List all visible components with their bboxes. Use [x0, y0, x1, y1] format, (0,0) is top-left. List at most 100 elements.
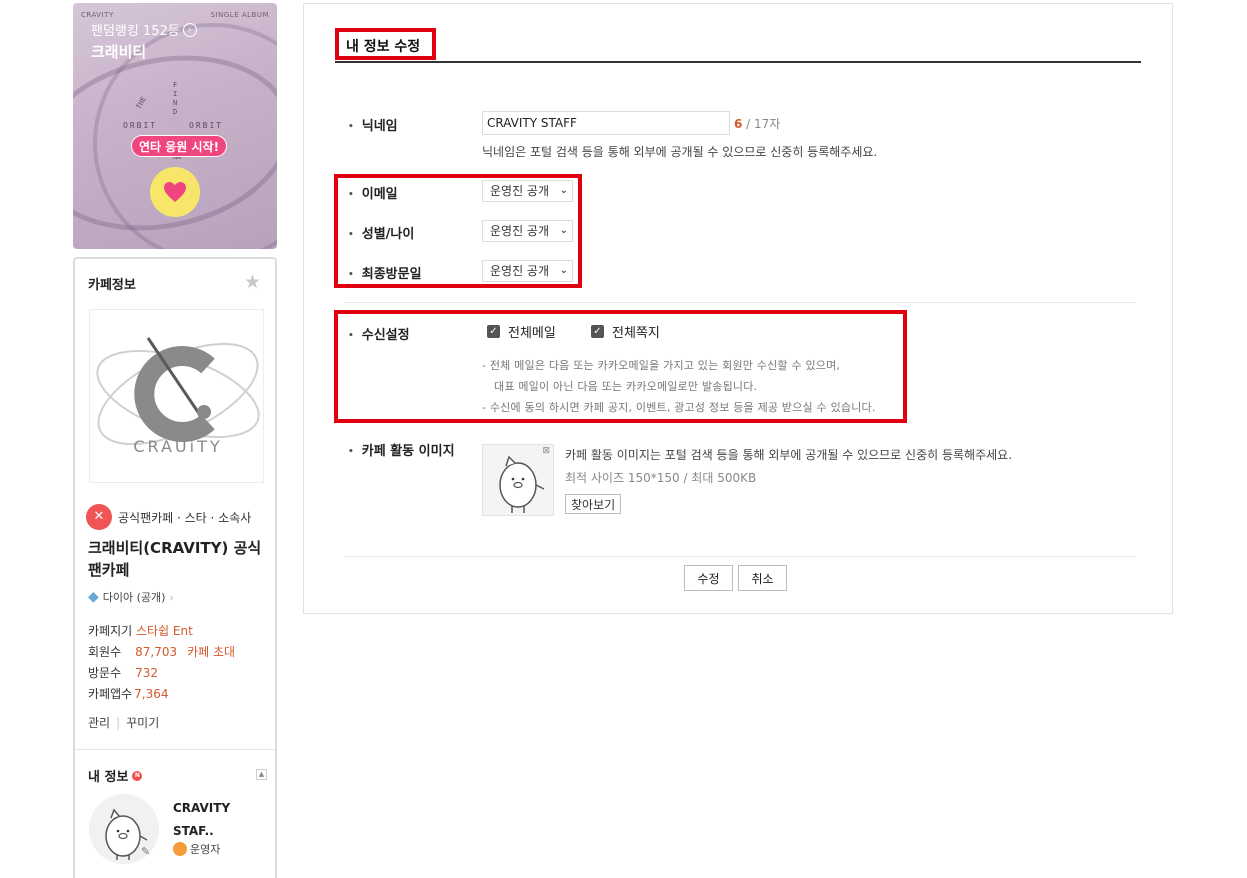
gender-age-visibility-value: 운영진 공개 — [490, 224, 550, 238]
cafe-keeper-link[interactable]: 스타쉽 Ent — [136, 624, 193, 638]
last-visit-visibility-value: 운영진 공개 — [490, 264, 550, 278]
receive-note-1: - 전체 메일은 다음 또는 카카오메일을 가지고 있는 회원만 수신할 수 있… — [482, 359, 841, 372]
activity-image-size-note: 최적 사이즈 150*150 / 최대 500KB — [565, 471, 757, 485]
cafe-logo: CRAUiTY — [89, 309, 264, 483]
heart-cheer-button[interactable] — [150, 167, 200, 217]
last-visit-label: • 최종방문일 — [348, 263, 422, 282]
nickname-input[interactable] — [482, 111, 730, 135]
banner-art-orbit-right: ORBIT — [189, 121, 224, 130]
gender-age-visibility-select[interactable]: 운영진 공개 ⌄ — [482, 220, 573, 242]
heart-icon — [164, 182, 186, 202]
nickname-label-text: 닉네임 — [361, 119, 398, 134]
stat-keeper-label: 카페지기 — [88, 624, 133, 638]
manage-link[interactable]: 관리 — [88, 716, 110, 730]
chevron-right-icon: › — [169, 590, 174, 604]
banner-label-right: SINGLE ALBUM — [210, 11, 269, 19]
collapse-button[interactable]: ▲ — [256, 769, 267, 780]
stat-visits-value: 732 — [135, 666, 159, 680]
fandom-rank-link[interactable]: 팬덤랭킹 152등 › — [91, 20, 197, 39]
cafe-manage-links: 관리 | 꾸미기 — [88, 714, 159, 731]
bullet-icon: • — [348, 447, 354, 457]
official-badge-row: ✕ 공식팬카페 · 스타 · 소속사 — [86, 504, 251, 530]
receive-settings-label-text: 수신설정 — [361, 328, 410, 343]
all-mail-checkbox[interactable]: ✓ 전체메일 — [487, 322, 556, 341]
browse-button[interactable]: 찾아보기 — [565, 494, 622, 514]
stat-app-value: 7,364 — [134, 687, 169, 701]
decorate-link[interactable]: 꾸미기 — [126, 716, 159, 730]
all-note-label: 전체쪽지 — [612, 326, 660, 341]
cafe-invite-link[interactable]: 카페 초대 — [187, 645, 235, 659]
bullet-icon: • — [348, 230, 354, 240]
banner-label-left: CRAVITY — [81, 11, 114, 19]
cancel-button[interactable]: 취소 — [738, 565, 787, 591]
banner-artist-name: 크래비티 — [91, 43, 147, 61]
section-divider — [344, 302, 1136, 303]
receive-note-2: 대표 메일이 아닌 다음 또는 카카오메일로만 발송됩니다. — [494, 380, 758, 393]
gender-age-label-text: 성별/나이 — [361, 227, 415, 242]
link-divider: | — [116, 716, 121, 730]
cravity-logo-icon: CRAUiTY — [96, 337, 260, 456]
nickname-help-text: 닉네임은 포털 검색 등을 통해 외부에 공개될 수 있으므로 신중히 등록해주… — [482, 145, 878, 159]
member-role-text: 운영자 — [190, 843, 221, 856]
bullet-icon: • — [348, 331, 354, 341]
stat-app: 카페앱수 7,364 — [88, 684, 235, 705]
email-label: • 이메일 — [348, 183, 398, 202]
all-mail-label: 전체메일 — [508, 326, 556, 341]
official-cafe-icon: ✕ — [86, 504, 112, 530]
my-nickname: CRAVITY STAF.. — [173, 801, 231, 838]
cafe-info-heading: 카페정보 — [88, 278, 136, 293]
new-badge: N — [132, 770, 143, 781]
stat-visits-label: 방문수 — [88, 666, 122, 680]
bullet-icon: • — [348, 190, 354, 200]
arrow-right-icon: › — [182, 22, 197, 37]
highlight-box-title — [335, 28, 436, 60]
email-visibility-value: 운영진 공개 — [490, 184, 550, 198]
activity-image-label-text: 카페 활동 이미지 — [361, 444, 455, 459]
my-info-heading: 내 정보 N — [88, 766, 143, 785]
activity-image-desc: 카페 활동 이미지는 포털 검색 등을 통해 외부에 공개될 수 있으므로 신중… — [565, 448, 1013, 462]
stat-members-value: 87,703 — [135, 645, 178, 659]
stat-app-label: 카페앱수 — [88, 687, 133, 701]
nickname-count-max: / 17자 — [742, 117, 781, 131]
member-role: 운영자 — [173, 841, 220, 857]
receive-note-3: - 수신에 동의 하시면 카페 공지, 이벤트, 광고성 정보 등을 제공 받으… — [482, 401, 876, 414]
all-note-checkbox[interactable]: ✓ 전체쪽지 — [591, 322, 660, 341]
star-icon[interactable]: ★ — [244, 271, 261, 293]
email-label-text: 이메일 — [361, 187, 398, 202]
cafe-stats: 카페지기 스타쉽 Ent 회원수 87,703 카페 초대 방문수 732 카페앱수 7… — [88, 621, 235, 705]
last-visit-visibility-select[interactable]: 운영진 공개 ⌄ — [482, 260, 573, 282]
section-divider — [75, 749, 275, 750]
edit-profile-panel: 내 정보 수정 •닉네임 6 / 17자 닉네임은 포털 검색 등을 통해 외부… — [303, 3, 1173, 614]
bullet-icon: • — [348, 122, 354, 132]
diamond-icon: ◆ — [88, 589, 99, 605]
nickname-label: • 닉네임 — [348, 115, 398, 134]
bullet-icon: • — [348, 270, 354, 280]
remove-image-icon[interactable]: ⊠ — [542, 446, 550, 456]
section-divider — [344, 556, 1136, 557]
submit-button[interactable]: 수정 — [684, 565, 733, 591]
title-underline — [335, 61, 1141, 63]
fandom-rank-text: 팬덤랭킹 152등 — [91, 24, 180, 39]
activity-image-label: • 카페 활동 이미지 — [348, 440, 455, 459]
email-visibility-select[interactable]: 운영진 공개 ⌄ — [482, 180, 573, 202]
pencil-icon[interactable]: ✎ — [141, 845, 150, 858]
banner-art-find: FIND — [173, 81, 178, 116]
checkbox-checked-icon: ✓ — [591, 325, 604, 338]
cafe-logo-wordmark: CRAUiTY — [133, 437, 222, 456]
cafe-grade-link[interactable]: ◆ 다이아 (공개) › — [88, 589, 174, 605]
chevron-down-icon: ⌄ — [559, 185, 568, 196]
stat-visits: 방문수 732 — [88, 663, 235, 684]
gender-age-label: • 성별/나이 — [348, 223, 414, 242]
cheer-start-button[interactable]: 연타 응원 시작! — [131, 135, 228, 157]
my-info-title: 내 정보 — [88, 770, 129, 785]
activity-image-preview: ⊠ — [482, 444, 554, 516]
official-badge-text: 공식팬카페 · 스타 · 소속사 — [118, 510, 252, 525]
staff-role-icon — [173, 842, 187, 856]
fandom-banner[interactable]: CRAVITY SINGLE ALBUM 팬덤랭킹 152등 › 크래비티 TH… — [73, 3, 277, 249]
checkbox-checked-icon: ✓ — [487, 325, 500, 338]
stat-members-label: 회원수 — [88, 645, 122, 659]
cafe-grade-text: 다이아 (공개) — [102, 591, 166, 604]
receive-settings-label: • 수신설정 — [348, 324, 410, 343]
cafe-name: 크래비티(CRAVITY) 공식팬카페 — [88, 539, 262, 579]
nickname-char-count: 6 / 17자 — [734, 115, 780, 132]
